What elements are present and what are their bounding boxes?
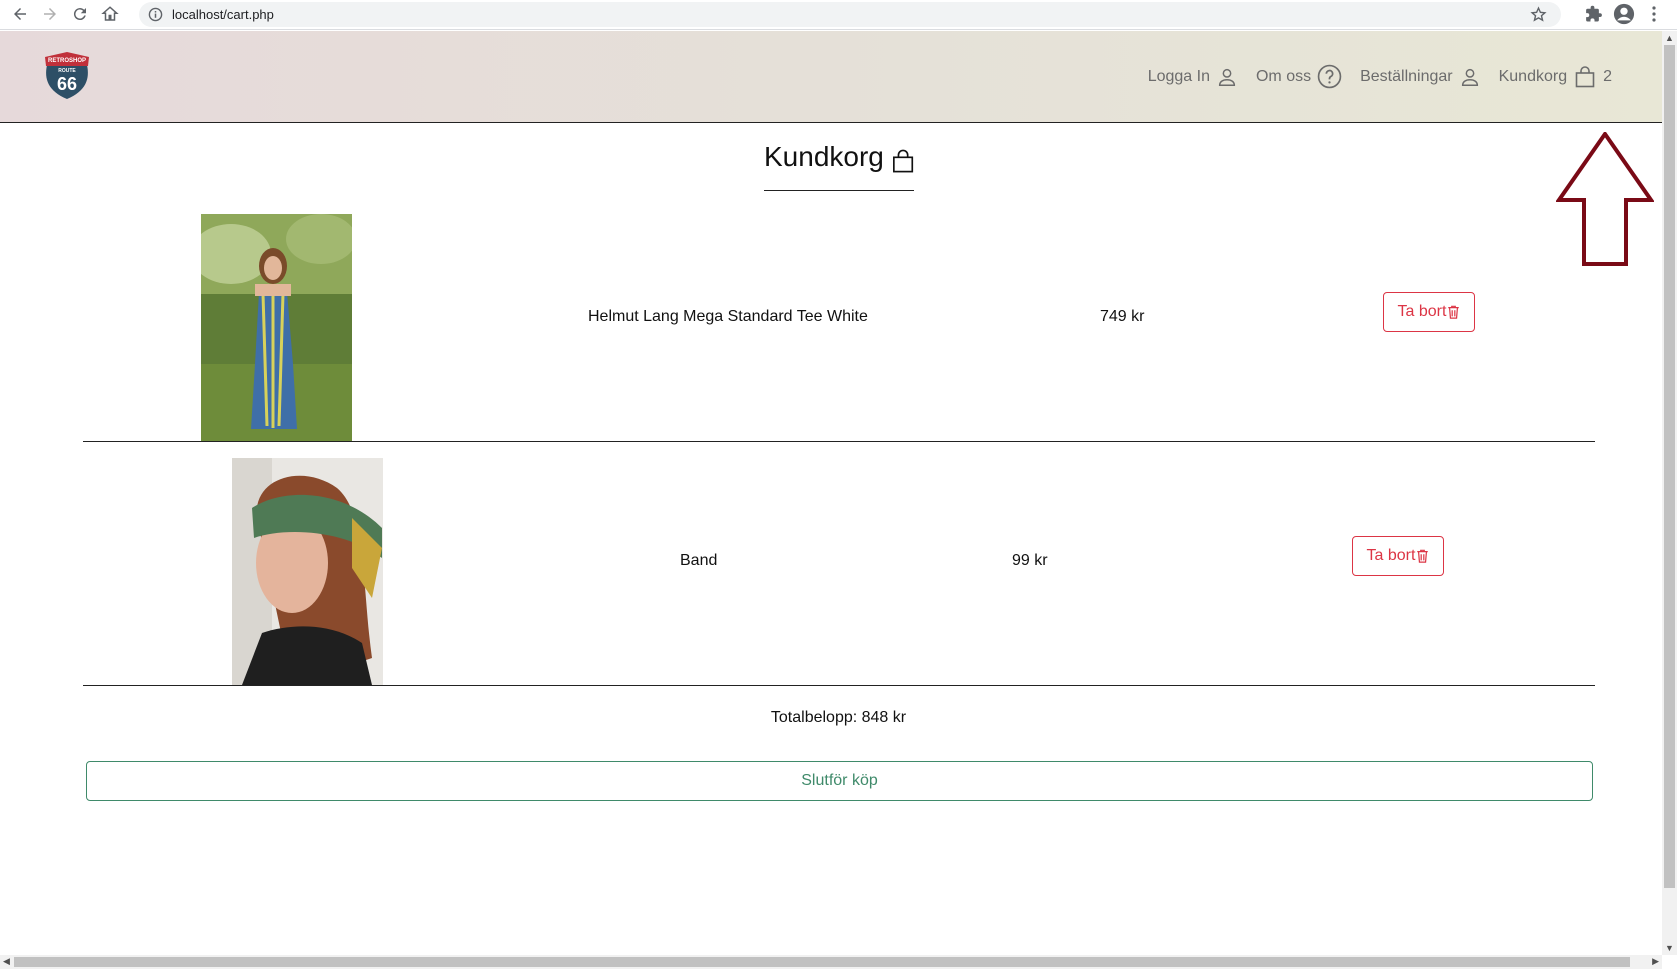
bookmark-star-icon[interactable] — [1530, 6, 1547, 23]
extensions-puzzle-icon[interactable] — [1585, 5, 1603, 23]
trash-icon — [1417, 549, 1429, 563]
logo-retroshop-text: RETROSHOP — [48, 58, 86, 64]
shopping-bag-icon — [892, 149, 913, 173]
person-icon — [1461, 68, 1478, 86]
question-circle-icon — [1317, 64, 1342, 89]
browser-toolbar: localhost/cart.php — [0, 0, 1677, 30]
menu-kebab-icon[interactable] — [1648, 5, 1660, 23]
scroll-down-arrow-icon[interactable]: ▼ — [1665, 943, 1674, 953]
product-image-headband — [232, 458, 383, 685]
nav-login[interactable]: Logga In — [1148, 66, 1238, 88]
scroll-up-arrow-icon[interactable]: ▲ — [1665, 33, 1674, 43]
nav-cart[interactable]: Kundkorg 2 — [1499, 65, 1612, 89]
checkout-button[interactable]: Slutför köp — [86, 761, 1593, 801]
product-name: Band — [680, 552, 718, 569]
nav-about[interactable]: Om oss — [1256, 64, 1342, 89]
cart-count: 2 — [1603, 67, 1612, 85]
vertical-scrollbar[interactable]: ▲ ▼ — [1662, 31, 1677, 955]
annotation-up-arrow-icon — [1556, 132, 1654, 266]
nav-login-label: Logga In — [1147, 67, 1210, 85]
checkout-button-label: Slutför köp — [801, 772, 878, 789]
horizontal-scrollbar[interactable]: ◀ ▶ — [0, 955, 1662, 969]
site-header: RETROSHOP ROUTE 66 Logga In Om oss Bestä… — [0, 31, 1662, 123]
info-icon[interactable] — [148, 7, 163, 22]
page-title-text: Kundkorg — [764, 141, 884, 172]
main-nav: Logga In Om oss Beställningar Kundkorg 2 — [1148, 31, 1612, 122]
forward-icon[interactable] — [39, 3, 61, 25]
horizontal-scrollbar-thumb[interactable] — [14, 957, 1630, 967]
nav-orders-label: Beställningar — [1360, 67, 1453, 85]
scroll-left-arrow-icon[interactable]: ◀ — [3, 956, 10, 967]
remove-button[interactable]: Ta bort — [1352, 536, 1444, 576]
cart-item-row: Band 99 kr Ta bort — [83, 442, 1595, 686]
product-name: Helmut Lang Mega Standard Tee White — [588, 308, 868, 325]
remove-button-label: Ta bort — [1366, 547, 1416, 564]
address-bar[interactable]: localhost/cart.php — [139, 2, 1561, 27]
page-title: Kundkorg — [764, 140, 914, 191]
person-icon — [1218, 68, 1236, 86]
scroll-right-arrow-icon[interactable]: ▶ — [1652, 956, 1659, 967]
shopping-bag-icon — [1575, 65, 1595, 87]
route66-logo[interactable]: RETROSHOP ROUTE 66 — [42, 51, 92, 101]
product-price: 749 kr — [1100, 308, 1145, 325]
logo-number-text: 66 — [57, 74, 77, 94]
remove-button[interactable]: Ta bort — [1383, 292, 1475, 332]
profile-avatar-icon[interactable] — [1613, 3, 1635, 25]
vertical-scrollbar-thumb[interactable] — [1664, 45, 1675, 888]
product-price: 99 kr — [1012, 552, 1048, 569]
back-icon[interactable] — [9, 3, 31, 25]
home-icon[interactable] — [99, 3, 121, 25]
cart-item-row: Helmut Lang Mega Standard Tee White 749 … — [83, 198, 1595, 442]
nav-cart-label: Kundkorg — [1498, 67, 1568, 85]
product-image-dress — [201, 214, 352, 441]
reload-icon[interactable] — [69, 3, 91, 25]
cart-total: Totalbelopp: 848 kr — [770, 709, 907, 726]
remove-button-label: Ta bort — [1397, 303, 1447, 320]
trash-icon — [1448, 305, 1460, 319]
nav-about-label: Om oss — [1255, 67, 1312, 85]
url-text[interactable]: localhost/cart.php — [172, 7, 274, 22]
nav-orders[interactable]: Beställningar — [1360, 66, 1481, 88]
